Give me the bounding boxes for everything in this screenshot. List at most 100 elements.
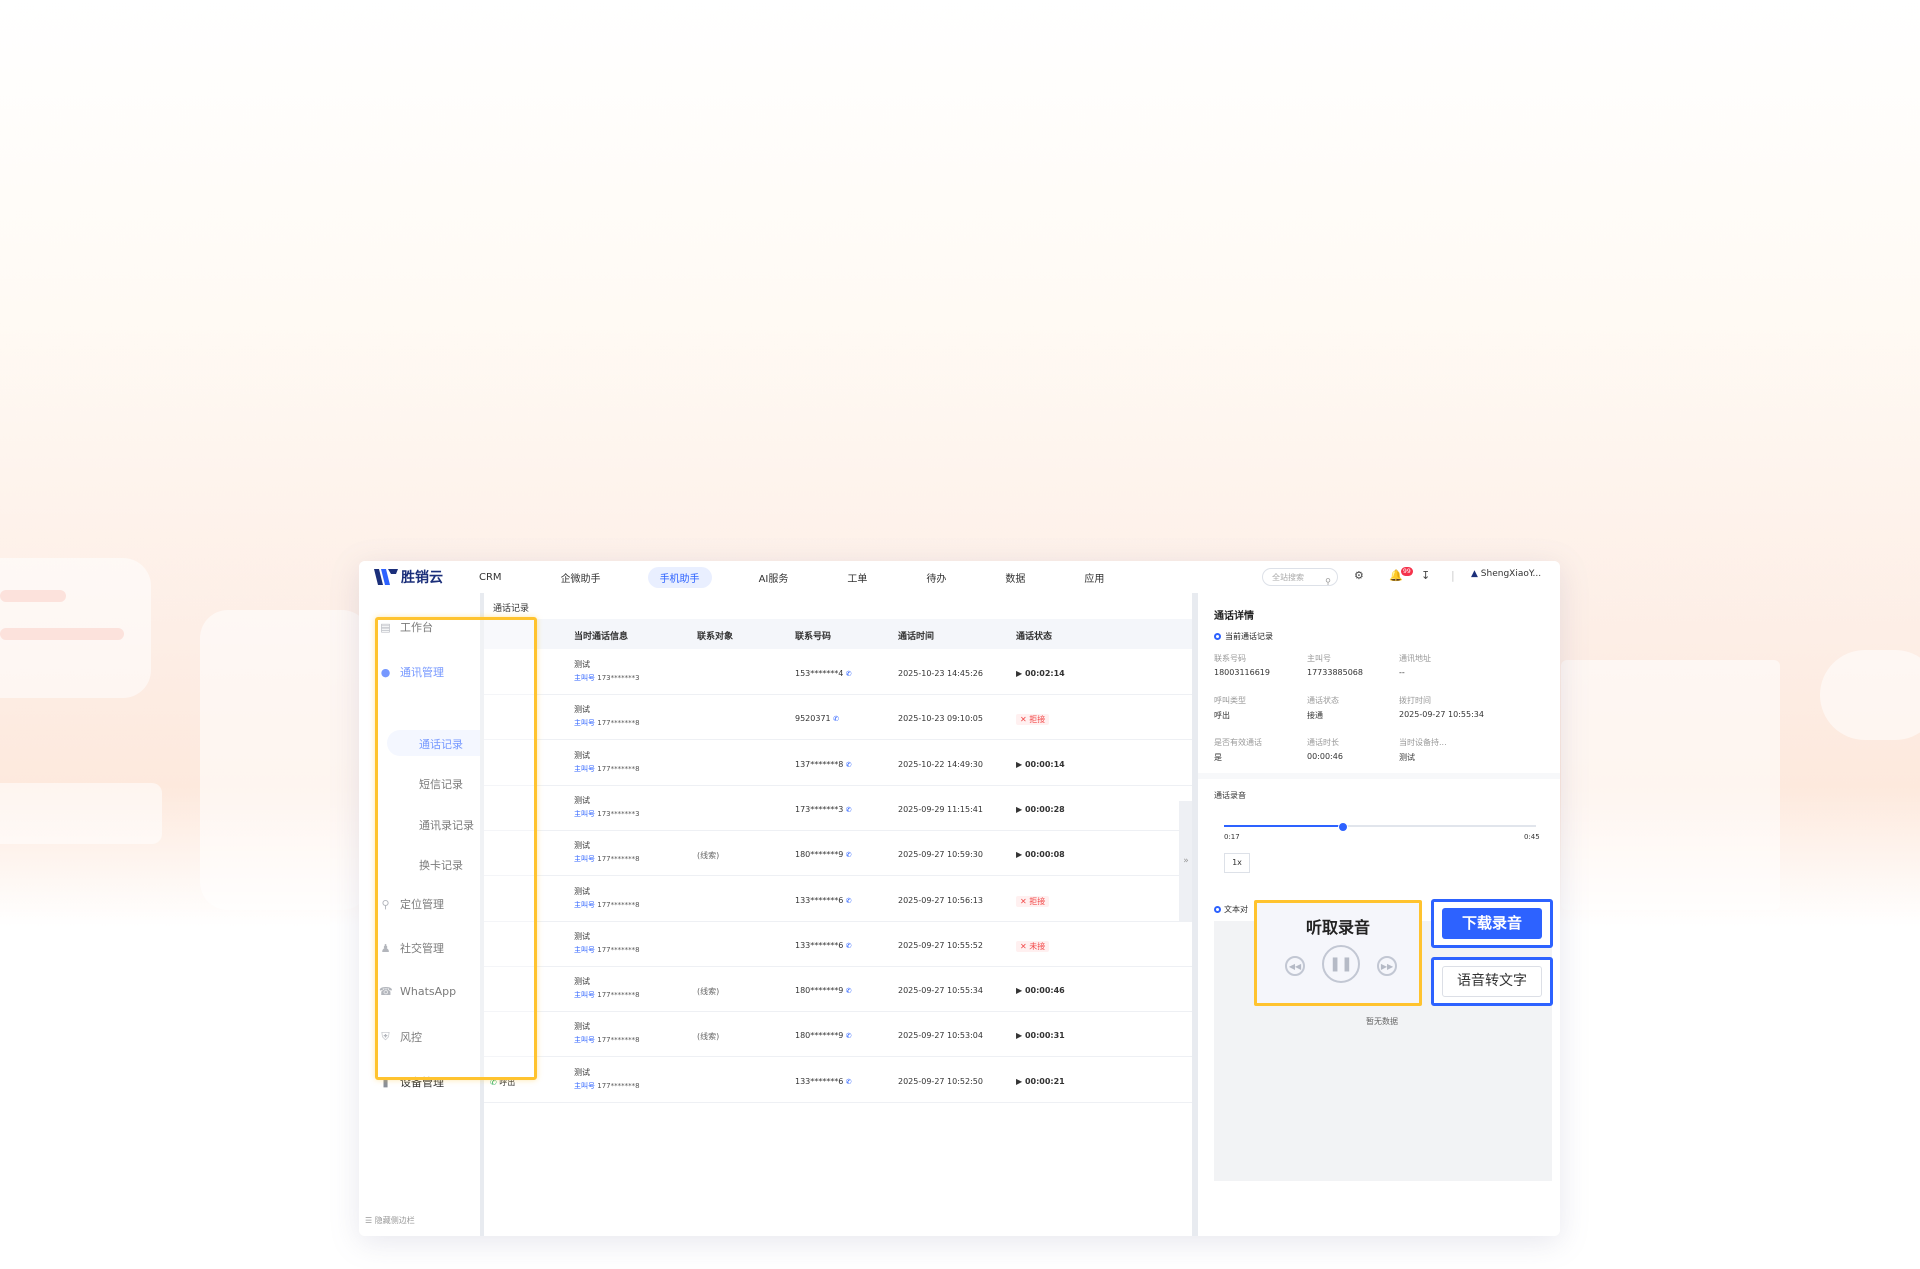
table-row[interactable]: 测试 主叫号 177*******8 (线索) 180*******9 ✆ 2025-0… [484,830,1192,877]
text-transcript-tab[interactable]: 文本对 [1214,904,1248,915]
phone-icon[interactable]: ✆ [846,761,852,769]
current-record-tab[interactable]: 当前通话记录 [1214,631,1273,642]
bg-line [0,590,66,602]
phone-icon[interactable]: ✆ [846,1032,852,1040]
contact-number-text: 180*******9 [795,986,844,996]
call-duration: 00:00:28 [1024,804,1065,814]
detail-card: 通话详情 当前通话记录 联系号码 18003116619 主叫号 1773388506… [1198,593,1560,773]
play-icon[interactable]: ▶ [1016,805,1022,814]
time-total: 0:45 [1524,833,1540,841]
field-value: -- [1399,668,1405,677]
play-icon[interactable]: ▶ [1016,850,1022,859]
call-status: ✕ 未接 [1016,940,1050,952]
play-icon[interactable]: ▶ [1016,1031,1022,1040]
field-value: 是 [1214,753,1222,762]
bg-line [0,628,124,640]
nav-work-order[interactable]: 工单 [835,567,879,588]
nav-ai-service[interactable]: AI服务 [747,567,801,588]
th-contact-object: 联系对象 [697,632,734,642]
contact-object[interactable]: (线索) [697,1031,719,1042]
nav-wecom-assistant[interactable]: 企微助手 [549,567,613,588]
table-row[interactable]: 测试 主叫号 177*******8 (线索) 180*******9 ✆ 2025-0… [484,1011,1192,1058]
call-status: ✕ 拒接 [1016,714,1050,726]
hide-sidebar-button[interactable]: ☰ 隐藏侧边栏 [365,1215,415,1226]
table-row[interactable]: 测试 主叫号 177*******8 (线索) 180*******9 ✆ 2025-0… [484,966,1192,1013]
th-call-time: 通话时间 [898,632,935,642]
phone-icon[interactable]: ✆ [846,1078,852,1086]
table-row[interactable]: 测试 主叫号 177*******8 133*******6 ✆ 2025-09-27… [484,921,1192,967]
logo-icon [374,569,398,585]
play-icon[interactable]: ▶ [1016,986,1022,995]
phone-icon[interactable]: ✆ [846,806,852,814]
bg-card-progress [0,783,162,844]
caller-role: 主叫号 [574,674,595,682]
contact-number-text: 137*******8 [795,759,844,769]
th-contact-number: 联系号码 [795,632,832,642]
caller-name: 测试 [574,931,590,941]
caller-role: 主叫号 [574,900,595,909]
caller-number: 177*******8 [597,945,640,954]
table-row[interactable]: 测试 主叫号 177*******8 133*******6 ✆ 2025-09-27… [484,876,1192,922]
table-header: 当时通话信息 联系对象 联系号码 通话时间 通话状态 [484,619,1192,649]
contact-number-text: 180*******9 [795,850,844,860]
download-recording-callout: 下载录音 [1431,899,1553,948]
table-row[interactable]: 测试 主叫号 173*******3 153*******4 ✆ 2025-10-23… [484,649,1192,695]
menu-icon: ☰ [365,1216,373,1225]
nav-phone-assistant[interactable]: 手机助手 [647,566,712,588]
fast-forward-icon[interactable]: ▶▶ [1377,956,1397,976]
logo[interactable]: 胜销云 [373,566,443,588]
call-status[interactable]: ▶ 00:02:14 [1016,669,1065,678]
caller-role: 主叫号 [574,764,595,773]
phone-icon[interactable]: ✆ [846,851,852,859]
caller-line: 主叫号 173*******3 [574,673,640,683]
play-icon[interactable]: ▶ [1016,669,1022,678]
phone-icon[interactable]: ✆ [846,942,852,950]
table-row[interactable]: 测试 主叫号 177*******8 9520371 ✆ 2025-10-23 09:… [484,694,1192,741]
download-icon[interactable]: ↧ [1421,569,1430,582]
rewind-icon[interactable]: ◀◀ [1285,956,1305,976]
nav-data[interactable]: 数据 [993,567,1037,588]
contact-number-text: 180*******9 [795,1031,844,1041]
table-row[interactable]: 测试 主叫号 173*******3 173*******3 ✆ 2025-09-29… [484,785,1192,831]
nav-todo[interactable]: 待办 [914,567,958,588]
download-recording-button[interactable]: 下载录音 [1442,908,1542,939]
progress-knob[interactable] [1337,822,1348,832]
contact-number-text: 133*******6 [795,1076,844,1086]
settings-icon[interactable]: ⚙ [1354,569,1364,582]
call-time: 2025-10-23 14:45:26 [898,669,983,678]
global-search-input[interactable]: 全站搜索 ⚲ [1262,568,1338,586]
main-nav: CRM 企微助手 手机助手 AI服务 工单 待办 数据 应用 [467,561,1151,593]
contact-object[interactable]: (线索) [697,850,719,861]
nav-apps[interactable]: 应用 [1072,567,1116,588]
call-duration: 00:00:31 [1024,1031,1065,1041]
status-badge: ✕ 拒接 [1016,714,1050,726]
speed-select[interactable]: 1x [1224,853,1250,873]
table-row[interactable]: 测试 主叫号 177*******8 137*******8 ✆ 2025-10-22… [484,740,1192,786]
user-menu[interactable]: ▲ ShengXiaoY... [1471,569,1541,579]
speech-to-text-button[interactable]: 语音转文字 [1442,966,1542,997]
toolbar-divider: | [1451,569,1455,582]
phone-icon[interactable]: ✆ [833,715,839,723]
table-row[interactable]: ✆ 呼出 测试 主叫号 177*******8 133*******6 ✆ 2025-0… [484,1057,1192,1103]
pause-icon[interactable]: ❚❚ [1322,945,1360,983]
call-status[interactable]: ▶ 00:00:08 [1016,850,1065,859]
call-status[interactable]: ▶ 00:00:46 [1016,986,1065,995]
call-status[interactable]: ▶ 00:00:14 [1016,760,1065,769]
nav-crm[interactable]: CRM [467,569,514,586]
speech-to-text-callout: 语音转文字 [1431,957,1553,1006]
phone-icon[interactable]: ✆ [846,987,852,995]
collapse-panel-button[interactable]: » [1179,801,1193,921]
call-status[interactable]: ▶ 00:00:21 [1016,1077,1065,1086]
play-icon[interactable]: ▶ [1016,760,1022,769]
phone-icon[interactable]: ✆ [846,897,852,905]
phone-icon[interactable]: ✆ [846,670,852,678]
play-icon[interactable]: ▶ [1016,1077,1022,1086]
listen-recording-title: 听取录音 [1305,918,1370,937]
call-status[interactable]: ▶ 00:00:31 [1016,1031,1065,1040]
contact-object[interactable]: (线索) [697,986,719,997]
call-status: ✕ 拒接 [1016,895,1050,907]
playback-progress-slider[interactable] [1224,822,1536,832]
field-label: 通讯地址 [1399,654,1431,663]
caller-role: 主叫号 [574,809,595,818]
call-status[interactable]: ▶ 00:00:28 [1016,805,1065,814]
